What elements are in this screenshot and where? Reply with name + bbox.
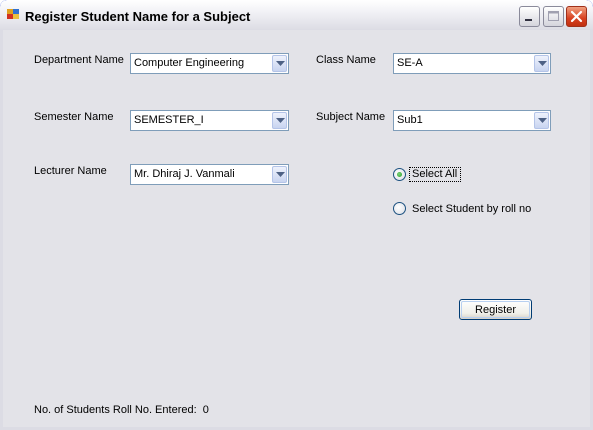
register-button[interactable]: Register	[459, 299, 532, 320]
close-button[interactable]	[566, 6, 587, 27]
select-all-radio[interactable]	[393, 168, 406, 181]
semester-combobox[interactable]: SEMESTER_I	[130, 110, 289, 131]
lecturer-value: Mr. Dhiraj J. Vanmali	[134, 168, 235, 180]
radio-checked-dot	[397, 172, 402, 177]
select-all-label[interactable]: Select All	[412, 168, 457, 180]
class-value: SE-A	[397, 57, 423, 69]
close-icon	[570, 10, 583, 23]
lecturer-label: Lecturer Name	[34, 165, 107, 177]
dropdown-arrow-icon	[276, 172, 285, 177]
window-title: Register Student Name for a Subject	[25, 9, 251, 24]
lecturer-combobox[interactable]: Mr. Dhiraj J. Vanmali	[130, 164, 289, 185]
department-value: Computer Engineering	[134, 57, 245, 69]
app-icon	[7, 9, 20, 20]
select-by-roll-label[interactable]: Select Student by roll no	[412, 203, 531, 215]
subject-label: Subject Name	[316, 111, 386, 123]
dropdown-arrow-icon	[538, 61, 547, 66]
maximize-icon	[548, 11, 559, 21]
dropdown-arrow-icon	[276, 118, 285, 123]
main-window: Register Student Name for a Subject Depa…	[0, 0, 593, 430]
roll-count-label: No. of Students Roll No. Entered:	[34, 404, 197, 416]
department-label: Department Name	[34, 54, 124, 66]
form-client-area: Department Name Computer Engineering Cla…	[3, 30, 590, 427]
semester-label: Semester Name	[34, 111, 114, 123]
lecturer-dropdown-button[interactable]	[272, 166, 287, 183]
subject-value: Sub1	[397, 114, 423, 126]
department-combobox[interactable]: Computer Engineering	[130, 53, 289, 74]
semester-dropdown-button[interactable]	[272, 112, 287, 129]
subject-combobox[interactable]: Sub1	[393, 110, 551, 131]
minimize-button[interactable]	[519, 6, 540, 27]
dropdown-arrow-icon	[538, 118, 547, 123]
roll-count-status: No. of Students Roll No. Entered: 0	[34, 404, 209, 416]
class-dropdown-button[interactable]	[534, 55, 549, 72]
select-by-roll-radio[interactable]	[393, 202, 406, 215]
dropdown-arrow-icon	[276, 61, 285, 66]
department-dropdown-button[interactable]	[272, 55, 287, 72]
subject-dropdown-button[interactable]	[534, 112, 549, 129]
maximize-button[interactable]	[543, 6, 564, 27]
class-combobox[interactable]: SE-A	[393, 53, 551, 74]
semester-value: SEMESTER_I	[134, 114, 204, 126]
roll-count-value: 0	[202, 404, 209, 416]
title-bar[interactable]: Register Student Name for a Subject	[0, 0, 593, 30]
class-label: Class Name	[316, 54, 376, 66]
minimize-icon	[525, 19, 532, 21]
